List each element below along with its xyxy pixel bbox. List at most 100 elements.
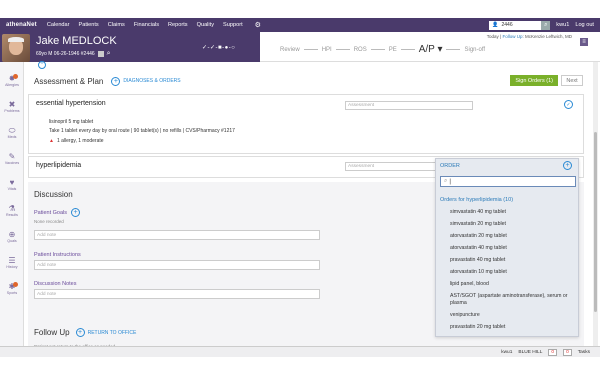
sign-orders-button[interactable]: Sign Orders (1) [510, 75, 558, 86]
step-review[interactable]: Review [280, 47, 300, 53]
flask-icon: ⚗ [8, 204, 16, 213]
sidebar-label: Problems [4, 109, 20, 113]
diagnosis-card-hypertension: essential hypertension Assessment ✓ lisi… [28, 94, 584, 154]
follow-up-title: Follow Up + RETURN TO OFFICE [34, 328, 136, 337]
patient-bar: Jake MEDLOCK 69yo M 06-26-1946 #2446 ⌕ ✓… [0, 32, 600, 62]
sidebar-item-meds[interactable]: ⬭ Meds [0, 126, 24, 139]
brand-logo[interactable]: athenaNet [6, 22, 37, 28]
patient-name[interactable]: Jake MEDLOCK [36, 35, 117, 47]
diagnosis-title[interactable]: hyperlipidemia [36, 162, 81, 169]
today-provider: : McKenzie Leftwich, MD [522, 34, 572, 39]
sidebar: ✸ Allergies ✖ Problems ⬭ Meds ✎ Vaccines ♥ Vi… [0, 62, 24, 355]
today-prefix: Today | [486, 34, 503, 39]
diagnosis-title[interactable]: essential hypertension [36, 100, 106, 107]
order-item[interactable]: lipid panel, blood [450, 281, 576, 288]
nav-claims[interactable]: Claims [108, 22, 125, 28]
top-nav: athenaNet Calendar Patients Claims Finan… [0, 18, 600, 32]
plus-icon: + [111, 76, 121, 86]
assessment-input[interactable]: Assessment [345, 101, 473, 110]
status-count-1[interactable]: 0 [548, 348, 558, 356]
search-icon: ⌕ [444, 178, 448, 184]
nav-quality[interactable]: Quality [197, 22, 214, 28]
scrollbar[interactable] [593, 62, 598, 346]
order-item[interactable]: pravastatin 20 mg tablet [450, 324, 576, 331]
order-item[interactable]: atorvastatin 40 mg tablet [450, 245, 576, 252]
nav-calendar[interactable]: Calendar [47, 22, 70, 28]
nav-reports[interactable]: Reports [168, 22, 188, 28]
add-goal-icon[interactable]: + [71, 208, 81, 217]
step-pe[interactable]: PE [389, 47, 397, 53]
order-item[interactable]: simvastatin 40 mg tablet [450, 209, 576, 216]
avatar-hair [8, 37, 24, 42]
sidebar-item-allergies[interactable]: ✸ Allergies [0, 74, 24, 87]
chevron-up-icon[interactable]: ⌃ [38, 61, 46, 69]
order-item[interactable]: venipuncture [450, 312, 576, 319]
step-divider [400, 49, 415, 50]
sidebar-item-sports[interactable]: ✱ Sports [0, 282, 24, 295]
patient-info: 69yo M 06-26-1946 #2446 ⌕ [36, 50, 111, 58]
sidebar-label: History [6, 265, 18, 269]
sidebar-item-results[interactable]: ⚗ Results [0, 204, 24, 217]
sidebar-item-vaccines[interactable]: ✎ Vaccines [0, 152, 24, 165]
order-item[interactable]: pravastatin 40 mg tablet [450, 257, 576, 264]
sidebar-label: Quals [7, 239, 17, 243]
sidebar-label: Meds [7, 135, 17, 139]
patient-goals-label: Patient Goals + [34, 208, 81, 217]
avatar[interactable] [2, 34, 30, 62]
nav-patients[interactable]: Patients [79, 22, 99, 28]
diagnoses-orders-link[interactable]: + DIAGNOSES & ORDERS [111, 76, 181, 86]
check-icon[interactable]: ✓ [564, 100, 573, 109]
order-item[interactable]: AST/SGOT (aspartate aminotransferase), s… [450, 293, 576, 306]
discussion-notes-note[interactable]: Add note [34, 289, 320, 299]
sidebar-label: Sports [6, 291, 18, 295]
warning-text: 1 allergy, 1 moderate [56, 138, 104, 144]
allergy-warning[interactable]: ▲ 1 allergy, 1 moderate [49, 138, 104, 144]
sidebar-item-quals[interactable]: ⊕ Quals [0, 230, 24, 243]
step-ros[interactable]: ROS [354, 47, 367, 53]
order-search-value: | [449, 178, 451, 185]
sidebar-label: Vaccines [4, 161, 20, 165]
order-item[interactable]: atorvastatin 10 mg tablet [450, 269, 576, 276]
sidebar-item-problems[interactable]: ✖ Problems [0, 100, 24, 113]
order-search-input[interactable]: ⌕ | [440, 176, 576, 187]
search-icon[interactable]: ⌕ [107, 50, 111, 58]
next-button[interactable]: Next [561, 75, 583, 86]
step-divider [370, 49, 385, 50]
status-dept[interactable]: BLUE HILL [518, 350, 542, 355]
sidebar-label: Allergies [5, 83, 19, 87]
nav-financials[interactable]: Financials [134, 22, 159, 28]
sidebar-item-vitals[interactable]: ♥ Vitals [0, 178, 24, 191]
nav-support[interactable]: Support [223, 22, 243, 28]
follow-up-link[interactable]: Follow Up [502, 34, 522, 39]
step-ap[interactable]: A/P ▾ [419, 44, 443, 55]
return-to-office-link[interactable]: + RETURN TO OFFICE [75, 328, 136, 337]
card-icon[interactable] [97, 51, 104, 57]
patient-search-input[interactable]: 👤 2446 [489, 20, 542, 30]
step-signoff[interactable]: Sign-off [464, 47, 485, 53]
step-divider [335, 49, 350, 50]
status-bar: kwu1 BLUE HILL 0 0 Tasks [0, 346, 600, 357]
gear-icon[interactable]: ⚙ [255, 21, 261, 29]
med-name[interactable]: lisinopril 5 mg tablet [49, 119, 93, 125]
add-order-icon[interactable]: + [563, 161, 572, 170]
search-icon[interactable]: ⌕ [541, 20, 551, 30]
order-item[interactable]: simvastatin 20 mg tablet [450, 221, 576, 228]
menu-icon[interactable]: ≡ [580, 38, 588, 46]
status-user: kwu1 [501, 349, 513, 355]
today-info: Today | Follow Up: McKenzie Leftwich, MD [487, 34, 572, 39]
order-item[interactable]: atorvastatin 20 mg tablet [450, 233, 576, 240]
patient-instructions-label: Patient Instructions [34, 252, 81, 258]
step-hpi[interactable]: HPI [322, 47, 332, 53]
sidebar-item-history[interactable]: ☰ History [0, 256, 24, 269]
patient-goals-note[interactable]: Add note [34, 230, 320, 240]
allergy-icon: ✸ [8, 74, 16, 83]
progress-track[interactable]: ✓-✓-■-●-○ [202, 44, 235, 51]
scroll-thumb[interactable] [594, 132, 597, 312]
status-count-2[interactable]: 0 [563, 348, 572, 356]
ap-title: Assessment & Plan [34, 76, 104, 86]
plus-circle-icon: ⊕ [8, 230, 16, 239]
diagnoses-orders-label: DIAGNOSES & ORDERS [123, 78, 181, 84]
logout-link[interactable]: Log out [575, 22, 594, 28]
tasks-link[interactable]: Tasks [578, 350, 590, 355]
patient-instructions-note[interactable]: Add note [34, 260, 320, 270]
